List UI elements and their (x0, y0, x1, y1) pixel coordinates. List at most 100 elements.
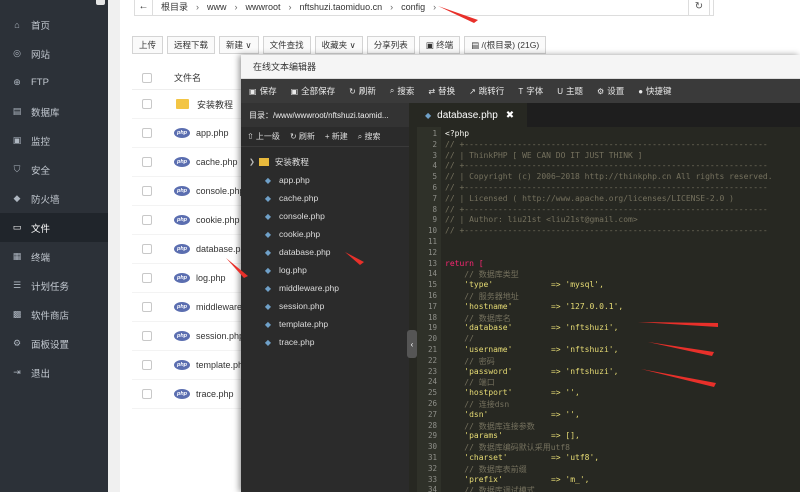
sidebar-item-12[interactable]: ⇥ 退出 (0, 358, 108, 387)
collapse-sidebar-button[interactable]: ‹ (407, 330, 417, 358)
tree-item[interactable]: ❯ 安装教程 (249, 153, 309, 171)
side-action-2[interactable]: + 新建 (325, 131, 348, 142)
row-checkbox[interactable] (142, 128, 152, 138)
row-checkbox[interactable] (142, 215, 152, 225)
editor-button-1[interactable]: ▣ 全部保存 (291, 85, 336, 97)
sidebar-item-4[interactable]: ▣ 监控 (0, 126, 108, 155)
toolbar-button-1[interactable]: 远程下载 (167, 36, 216, 54)
file-name[interactable]: log.php (196, 273, 226, 283)
file-name[interactable]: cache.php (196, 157, 238, 167)
tree-item-label: template.php (279, 319, 329, 329)
tree-item[interactable]: ◆ trace.php (263, 333, 315, 351)
php-file-icon: php (174, 360, 190, 370)
tree-item[interactable]: ◆ console.php (263, 207, 325, 225)
tree-item[interactable]: ◆ template.php (263, 315, 328, 333)
tree-item-label: cache.php (279, 193, 319, 203)
toolbar-button-3[interactable]: 文件查找 (262, 36, 311, 54)
tree-item[interactable]: ◆ log.php (263, 261, 307, 279)
editor-button-0[interactable]: ▣ 保存 (249, 85, 277, 97)
row-checkbox[interactable] (142, 331, 152, 341)
sidebar-item-5[interactable]: ⛉ 安全 (0, 155, 108, 184)
sidebar-item-2[interactable]: ⊕ FTP (0, 68, 108, 97)
line-number: 22 (427, 355, 437, 365)
row-checkbox[interactable] (142, 273, 152, 283)
side-action-3[interactable]: ⌕ 搜索 (358, 131, 381, 142)
editor-button-icon: ▣ (290, 86, 299, 96)
close-tab-icon[interactable]: ✖ (506, 110, 514, 121)
code-line: 'database' => 'nftshuzi', (445, 323, 619, 333)
file-name[interactable]: console.php (196, 186, 245, 196)
tab-database-php[interactable]: ◆ database.php ✖ (417, 103, 527, 127)
editor-button-2[interactable]: ↻ 刷新 (349, 85, 376, 97)
row-checkbox[interactable] (142, 302, 152, 312)
editor-button-7[interactable]: U 主题 (557, 85, 583, 97)
file-name[interactable]: app.php (196, 128, 229, 138)
breadcrumb-segment[interactable]: www (207, 2, 227, 12)
chevron-right-icon[interactable]: ❯ (249, 158, 255, 166)
side-action-0[interactable]: ⇧ 上一级 (247, 131, 280, 142)
notification-badge[interactable] (96, 0, 105, 5)
toolbar-button-0[interactable]: 上传 (132, 36, 164, 54)
editor-tabbar: ◆ database.php ✖ (417, 103, 800, 127)
row-checkbox[interactable] (142, 186, 152, 196)
editor-button-4[interactable]: ⇄ 替换 (428, 85, 455, 97)
back-button[interactable]: ← (135, 0, 153, 15)
sidebar-item-8[interactable]: ▦ 终端 (0, 242, 108, 271)
tree-item[interactable]: ◆ middleware.php (263, 279, 339, 297)
sidebar-item-11[interactable]: ⚙ 面板设置 (0, 329, 108, 358)
tree-item[interactable]: ◆ database.php (263, 243, 331, 261)
side-action-1[interactable]: ↻ 刷新 (290, 131, 315, 142)
row-checkbox[interactable] (142, 389, 152, 399)
row-checkbox[interactable] (142, 157, 152, 167)
tree-item[interactable]: ◆ cache.php (263, 189, 318, 207)
editor-button-5[interactable]: ↗ 跳转行 (469, 85, 504, 97)
editor-button-6[interactable]: T 字体 (518, 85, 543, 97)
sidebar-item-6[interactable]: ◆ 防火墙 (0, 184, 108, 213)
file-name[interactable]: cookie.php (196, 215, 240, 225)
row-checkbox[interactable] (142, 244, 152, 254)
file-name[interactable]: session.php (196, 331, 244, 341)
tree-item[interactable]: ◆ app.php (263, 171, 310, 189)
toolbar-button-4[interactable]: 收藏夹 ∨ (314, 36, 363, 54)
breadcrumb-segment[interactable]: nftshuzi.taomiduo.cn (300, 2, 383, 12)
row-checkbox[interactable] (142, 99, 152, 109)
code-line: 'charset' => 'utf8', (445, 453, 600, 462)
editor-button-label: 字体 (526, 86, 544, 96)
sidebar-item-7[interactable]: ▭ 文件 (0, 213, 108, 242)
row-checkbox[interactable] (142, 360, 152, 370)
sidebar-item-10[interactable]: ▩ 软件商店 (0, 300, 108, 329)
toolbar-button-5[interactable]: 分享列表 (366, 36, 415, 54)
code-line: 'hostname' => '127.0.0.1', (445, 301, 624, 311)
select-all-checkbox[interactable] (142, 72, 152, 83)
tree-item[interactable]: ◆ session.php (263, 297, 324, 315)
editor-file-tree: 目录：/www/wwwroot/nftshuzi.taomid... ⇧ 上一级… (241, 103, 409, 492)
sidebar-item-label: 终端 (31, 252, 51, 264)
editor-button-label: 主题 (566, 86, 584, 96)
editor-button-3[interactable]: ⌕ 搜索 (390, 85, 415, 97)
refresh-button[interactable]: ↻ (688, 0, 710, 16)
breadcrumb-segment[interactable]: 根目录 (161, 0, 188, 13)
code-area[interactable]: 1 <?php 2 // +-----------------------------… (417, 127, 800, 492)
editor-button-label: 全部保存 (301, 86, 336, 96)
toolbar-button-7[interactable]: ▤ /(根目录) (21G) (464, 36, 547, 54)
breadcrumb-segment[interactable]: config (401, 2, 425, 12)
sidebar-item-9[interactable]: ☰ 计划任务 (0, 271, 108, 300)
line-number: 20 (427, 334, 437, 344)
editor-button-label: 刷新 (358, 86, 376, 96)
file-name[interactable]: trace.php (196, 389, 234, 399)
breadcrumb-segment[interactable]: wwwroot (246, 2, 281, 12)
tree-item-label: database.php (279, 247, 331, 257)
toolbar-button-6[interactable]: ▣ 终端 (418, 36, 461, 54)
sidebar-item-0[interactable]: ⌂ 首页 (0, 10, 108, 39)
sidebar-item-1[interactable]: ◎ 网站 (0, 39, 108, 68)
php-file-icon: ◆ (264, 319, 272, 329)
file-name[interactable]: 安装教程 (197, 98, 233, 111)
editor-button-8[interactable]: ⚙ 设置 (597, 85, 624, 97)
line-number: 15 (427, 280, 437, 290)
database-icon: ▤ (12, 106, 22, 116)
toolbar-button-2[interactable]: 新建 ∨ (219, 36, 259, 54)
sidebar-item-3[interactable]: ▤ 数据库 (0, 97, 108, 126)
tree-item[interactable]: ◆ cookie.php (263, 225, 320, 243)
php-file-icon: php (174, 302, 190, 312)
editor-button-9[interactable]: ● 快捷键 (638, 85, 671, 97)
